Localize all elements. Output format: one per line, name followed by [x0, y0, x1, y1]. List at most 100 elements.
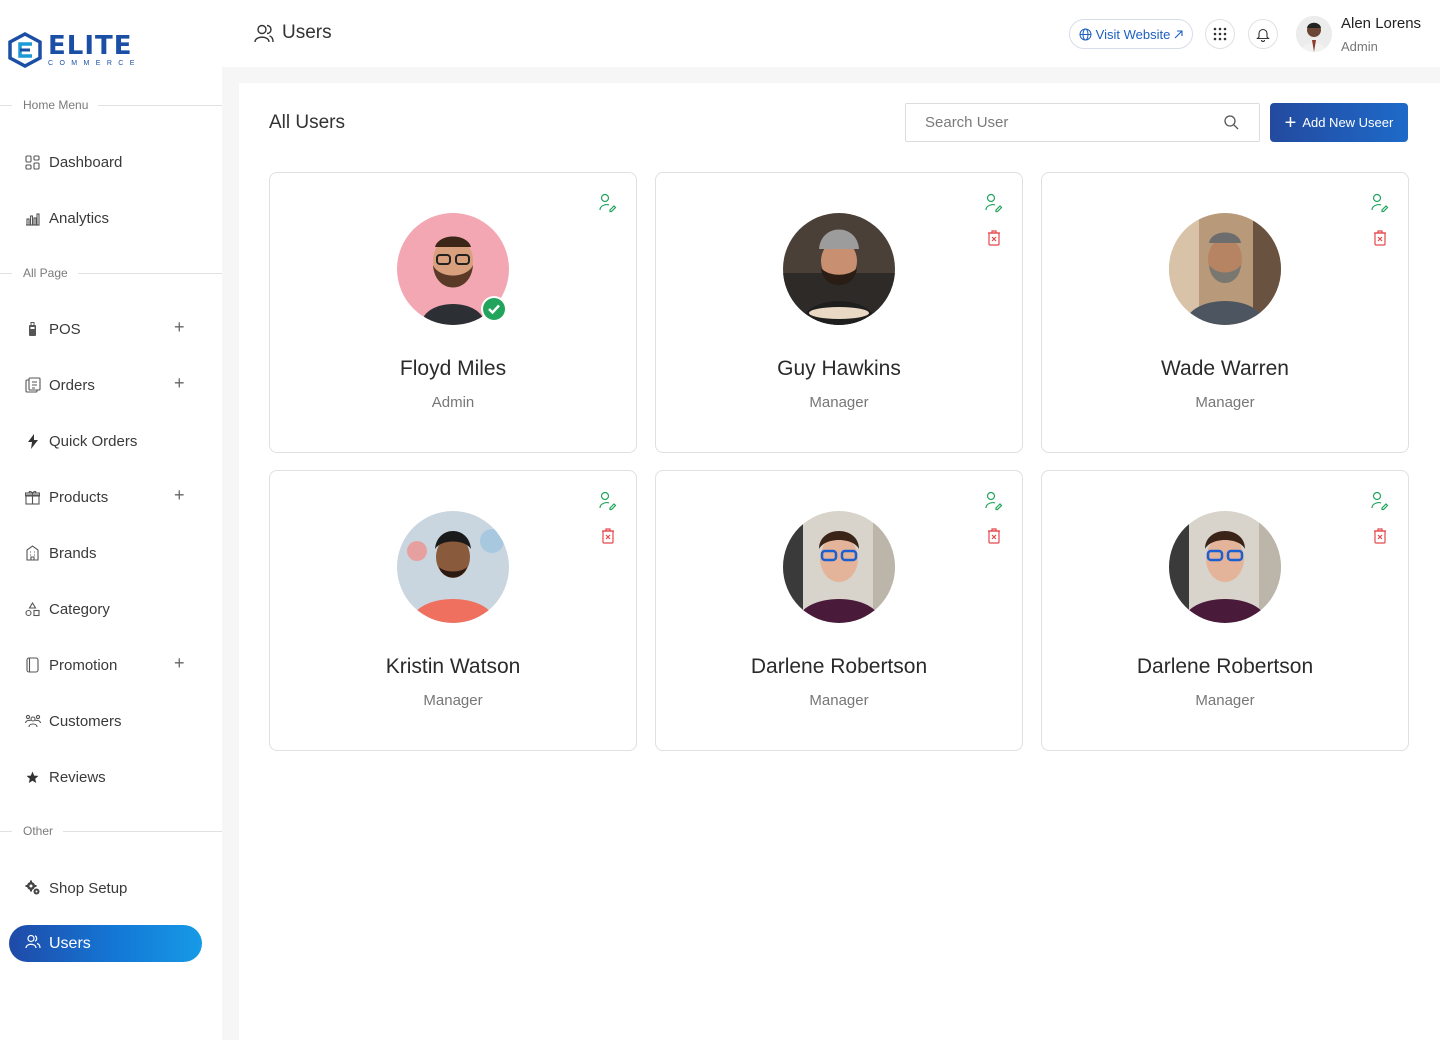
user-card: Guy Hawkins Manager — [655, 172, 1023, 453]
promotion-icon — [24, 657, 41, 674]
sidebar-item-label: Shop Setup — [49, 879, 128, 897]
page-title-text: Users — [282, 22, 332, 43]
expand-plus-icon[interactable]: + — [174, 318, 186, 336]
logo-icon — [8, 32, 42, 68]
apps-grid-button[interactable] — [1205, 19, 1235, 49]
user-role: Admin — [1341, 39, 1378, 54]
sidebar-item-category[interactable]: Category — [24, 597, 194, 621]
brand-name: ELITE — [48, 30, 133, 61]
delete-icon[interactable] — [987, 528, 1001, 544]
sidebar-item-customers[interactable]: Customers — [24, 709, 194, 733]
section-title: All Users — [269, 112, 346, 133]
delete-icon[interactable] — [987, 230, 1001, 246]
expand-plus-icon[interactable]: + — [174, 486, 186, 504]
delete-icon[interactable] — [1373, 528, 1387, 544]
sidebar-item-label: Category — [49, 600, 110, 618]
section-other: Other — [0, 823, 222, 839]
star-icon — [24, 769, 41, 786]
sidebar-item-label: Dashboard — [49, 153, 123, 171]
users-icon — [25, 934, 41, 954]
sidebar-item-label: Reviews — [49, 768, 106, 786]
user-avatar — [1169, 511, 1281, 623]
user-avatar — [783, 511, 895, 623]
user-card: Floyd Miles Admin — [269, 172, 637, 453]
sidebar-item-users[interactable]: Users — [9, 925, 202, 962]
sidebar-item-promotion[interactable]: Promotion + — [24, 653, 194, 677]
user-avatar — [1169, 213, 1281, 325]
user-role: Admin — [431, 394, 475, 411]
user-card: Wade Warren Manager — [1041, 172, 1409, 453]
expand-plus-icon[interactable]: + — [174, 654, 186, 672]
gift-icon — [24, 489, 41, 506]
sidebar-item-label: Quick Orders — [49, 432, 138, 450]
delete-icon[interactable] — [1373, 230, 1387, 246]
sidebar-item-shop-setup[interactable]: Shop Setup — [24, 876, 194, 900]
sidebar-item-brands[interactable]: Brands — [24, 541, 194, 565]
visit-website-label: Visit Website — [1095, 26, 1171, 42]
user-name: Darlene Robertson — [750, 655, 928, 678]
search-box[interactable] — [905, 103, 1260, 142]
edit-user-icon[interactable] — [599, 193, 617, 213]
sidebar-item-label: Products — [49, 488, 109, 506]
section-home-menu: Home Menu — [0, 97, 222, 113]
sidebar-item-orders[interactable]: Orders + — [24, 373, 194, 397]
sidebar: ELITE COMMERCE Home Menu Dashboard Analy… — [0, 0, 222, 1040]
external-link-icon — [1174, 29, 1183, 38]
sidebar-item-dashboard[interactable]: Dashboard — [24, 150, 194, 174]
users-panel: All Users + Add New Useer Floyd Miles Ad… — [239, 83, 1440, 1040]
user-role: Manager — [809, 394, 869, 411]
edit-user-icon[interactable] — [985, 491, 1003, 511]
visit-website-button[interactable]: Visit Website — [1069, 19, 1193, 49]
sidebar-item-products[interactable]: Products + — [24, 485, 194, 509]
avatar-photo — [397, 511, 509, 623]
user-avatar-image — [1296, 16, 1332, 52]
sidebar-item-quick-orders[interactable]: Quick Orders — [24, 429, 194, 453]
edit-user-icon[interactable] — [1371, 193, 1389, 213]
avatar[interactable] — [1296, 16, 1332, 52]
sidebar-item-label: Brands — [49, 544, 97, 562]
sidebar-item-pos[interactable]: POS + — [24, 317, 194, 341]
sidebar-item-label: Analytics — [49, 209, 110, 227]
avatar-photo — [783, 213, 895, 325]
user-name: Darlene Robertson — [1136, 655, 1314, 678]
delete-icon[interactable] — [601, 528, 615, 544]
brand-logo[interactable]: ELITE COMMERCE — [8, 30, 158, 70]
dashboard-icon — [24, 154, 41, 171]
user-name: Alen Lorens — [1341, 15, 1422, 32]
sidebar-item-reviews[interactable]: Reviews — [24, 765, 194, 789]
edit-user-icon[interactable] — [599, 491, 617, 511]
user-card: Kristin Watson Manager — [269, 470, 637, 751]
customers-icon — [24, 713, 41, 730]
avatar-photo — [1169, 511, 1281, 623]
user-name: Floyd Miles — [399, 357, 507, 380]
add-user-button[interactable]: + Add New Useer — [1270, 103, 1408, 142]
brand-tagline: COMMERCE — [48, 59, 141, 67]
sidebar-item-analytics[interactable]: Analytics — [24, 206, 194, 230]
edit-user-icon[interactable] — [1371, 491, 1389, 511]
user-name: Guy Hawkins — [777, 357, 901, 380]
sidebar-item-label: POS — [49, 320, 81, 338]
search-input[interactable] — [925, 114, 1225, 131]
user-role: Manager — [1195, 394, 1255, 411]
search-icon[interactable] — [1224, 115, 1239, 130]
expand-plus-icon[interactable]: + — [174, 374, 186, 392]
bell-icon — [1256, 28, 1270, 42]
user-avatar — [783, 213, 895, 325]
notifications-button[interactable] — [1248, 19, 1278, 49]
analytics-icon — [24, 210, 41, 227]
user-role: Manager — [1195, 692, 1255, 709]
verified-badge-icon — [481, 296, 507, 322]
user-name: Kristin Watson — [385, 655, 521, 678]
avatar-photo — [783, 511, 895, 623]
user-role: Manager — [809, 692, 869, 709]
plus-icon: + — [1284, 111, 1297, 134]
user-role: Manager — [423, 692, 483, 709]
gears-icon — [24, 880, 41, 897]
sidebar-item-label: Users — [49, 934, 91, 952]
top-header: Users Visit Website Alen Lorens Admin — [222, 0, 1440, 67]
sidebar-item-label: Orders — [49, 376, 95, 394]
users-icon — [254, 24, 274, 42]
shapes-icon — [24, 601, 41, 618]
edit-user-icon[interactable] — [985, 193, 1003, 213]
orders-icon — [24, 377, 41, 394]
